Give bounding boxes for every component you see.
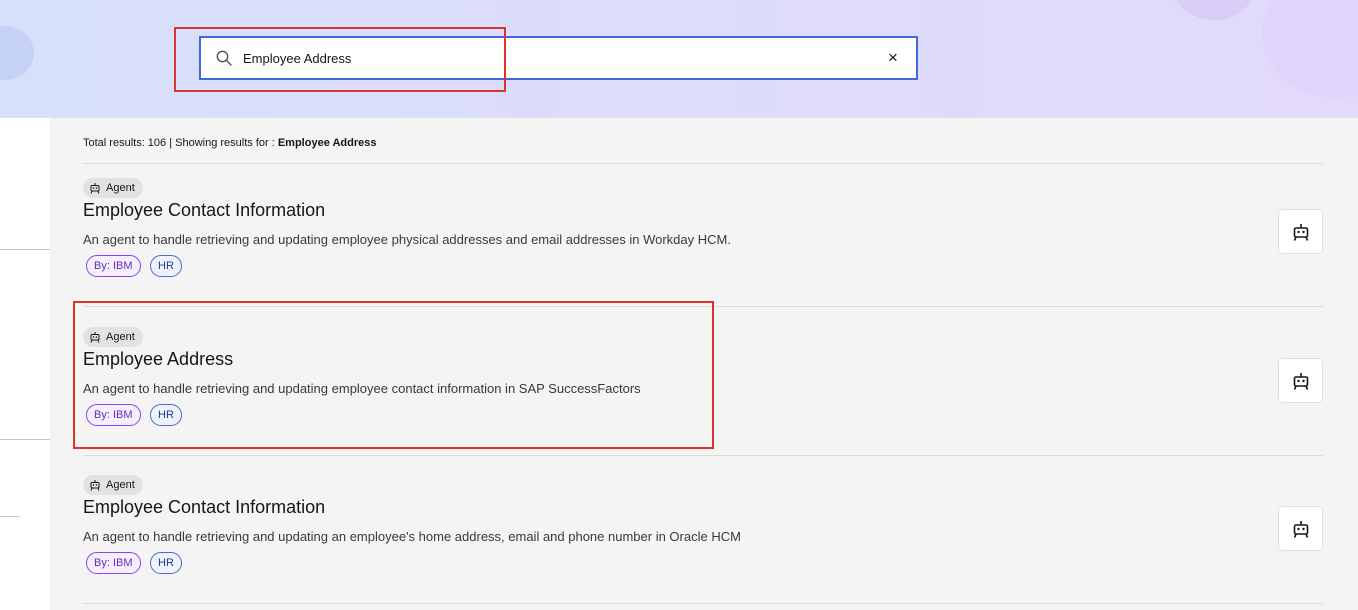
type-label: Agent	[106, 331, 135, 343]
tag-category[interactable]: HR	[150, 552, 182, 574]
rail-divider	[0, 249, 50, 250]
robot-icon	[1293, 520, 1308, 538]
result-divider	[83, 455, 1323, 456]
rail-divider	[0, 516, 20, 517]
agent-action-button[interactable]	[1278, 506, 1323, 551]
result-card[interactable]: Agent Employee Contact Information An ag…	[83, 475, 1323, 610]
robot-icon	[1293, 372, 1308, 390]
type-label: Agent	[106, 479, 135, 491]
tag-author[interactable]: By: IBM	[86, 404, 141, 426]
agent-action-button[interactable]	[1278, 209, 1323, 254]
robot-icon	[90, 480, 100, 491]
result-title[interactable]: Employee Contact Information	[83, 497, 325, 518]
result-divider	[83, 306, 1323, 307]
result-description: An agent to handle retrieving and updati…	[83, 232, 731, 247]
left-rail	[0, 118, 50, 610]
close-icon[interactable]: ×	[884, 48, 902, 68]
result-title[interactable]: Employee Address	[83, 349, 233, 370]
robot-icon	[90, 183, 100, 194]
result-card[interactable]: Agent Employee Address An agent to handl…	[83, 327, 1323, 475]
result-divider	[83, 603, 1323, 604]
tag-author[interactable]: By: IBM	[86, 552, 141, 574]
tag-category[interactable]: HR	[150, 404, 182, 426]
robot-icon	[90, 332, 100, 343]
rail-divider	[0, 439, 50, 440]
decorative-bubble	[0, 26, 34, 80]
type-label: Agent	[106, 182, 135, 194]
results-query: Employee Address	[277, 137, 377, 149]
tag-author[interactable]: By: IBM	[86, 255, 141, 277]
decorative-bubble	[1262, 0, 1358, 98]
result-description: An agent to handle retrieving and updati…	[83, 381, 641, 396]
result-description: An agent to handle retrieving and updati…	[83, 529, 741, 544]
decorative-bubble	[1170, 0, 1258, 20]
results-summary: Total results: 106 | Showing results for…	[83, 137, 376, 149]
search-icon	[216, 50, 232, 66]
search-input[interactable]	[243, 38, 863, 78]
result-divider	[83, 163, 1323, 164]
results-summary-text: Total results: 106 | Showing results for…	[83, 137, 275, 149]
type-tag: Agent	[83, 178, 143, 198]
type-tag: Agent	[83, 327, 143, 347]
result-title[interactable]: Employee Contact Information	[83, 200, 325, 221]
robot-icon	[1293, 223, 1308, 241]
agent-action-button[interactable]	[1278, 358, 1323, 403]
type-tag: Agent	[83, 475, 143, 495]
search-header: ×	[0, 0, 1358, 118]
search-bar[interactable]: ×	[199, 36, 918, 80]
result-card[interactable]: Agent Employee Contact Information An ag…	[83, 178, 1323, 326]
tag-category[interactable]: HR	[150, 255, 182, 277]
page: × Total results: 106 | Showing results f…	[0, 0, 1358, 610]
